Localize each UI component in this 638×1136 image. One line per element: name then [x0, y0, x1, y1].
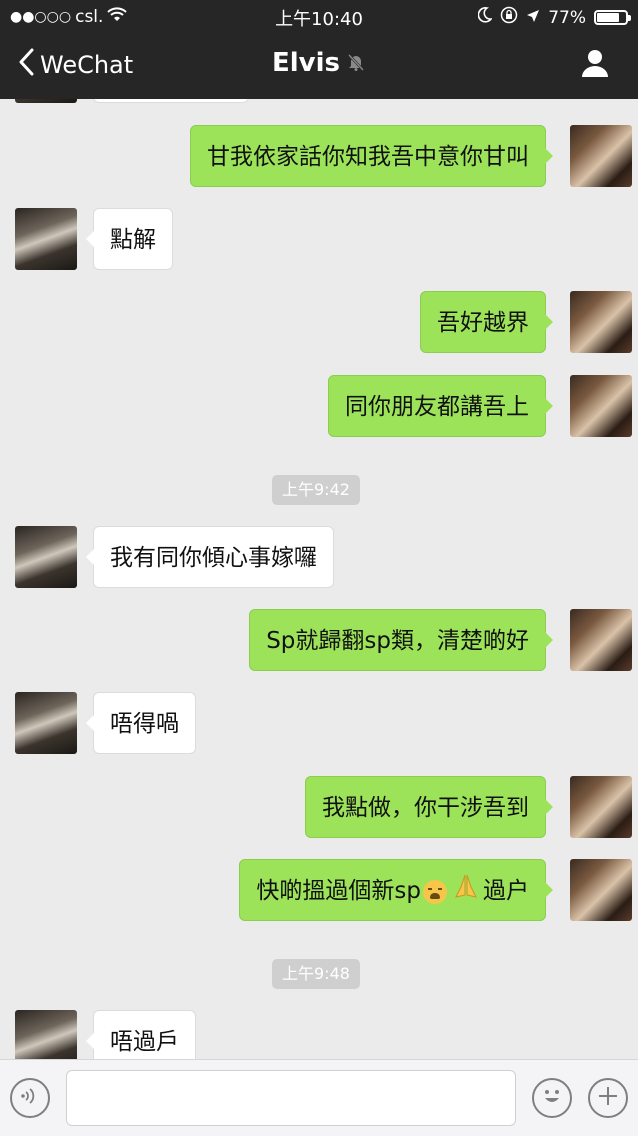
timestamp: 上午9:42 — [272, 475, 360, 505]
chat-area[interactable]: 甘我依家話你知我吾中意你甘叫 點解 吾好越界 同你朋友都講吾上 上午9:42 我… — [0, 99, 638, 1059]
message-bubble[interactable]: 甘我依家話你知我吾中意你甘叫 — [190, 125, 553, 187]
profile-button[interactable] — [580, 48, 610, 82]
nav-bar: WeChat Elvis — [0, 34, 638, 99]
message-bubble[interactable]: 我點做，你干涉吾到 — [305, 776, 553, 838]
voice-icon — [19, 1085, 41, 1111]
message-bubble[interactable]: 我有同你傾心事嫁囉 — [86, 526, 334, 588]
message-bubble[interactable]: 唔得喎 — [86, 692, 196, 754]
message-text: 過户 — [483, 878, 529, 904]
message-bubble[interactable]: Sp就歸翻sp類，清楚啲好 — [249, 609, 553, 671]
contact-avatar[interactable] — [15, 1010, 77, 1059]
message-bubble[interactable] — [93, 99, 249, 103]
battery-icon — [594, 10, 631, 25]
input-bar — [0, 1059, 638, 1136]
my-avatar[interactable] — [570, 859, 632, 921]
battery-percent: 77% — [548, 7, 586, 28]
message-bubble[interactable]: 點解 — [86, 208, 173, 270]
my-avatar[interactable] — [570, 125, 632, 187]
message-input[interactable] — [66, 1070, 516, 1126]
message-bubble[interactable]: 唔過戶 — [86, 1010, 196, 1059]
folded-hands-emoji-icon — [453, 861, 479, 923]
my-avatar[interactable] — [570, 776, 632, 838]
emoji-button[interactable] — [532, 1078, 572, 1118]
moon-icon — [477, 7, 493, 28]
contact-name: Elvis — [271, 48, 340, 78]
message-bubble[interactable]: 快啲搵過個新sp 過户 — [239, 859, 553, 923]
contact-avatar[interactable] — [15, 526, 77, 588]
person-icon — [580, 50, 610, 82]
muted-bell-icon — [346, 49, 366, 79]
message-text: 快啲搵過個新sp — [256, 878, 421, 904]
timestamp: 上午9:48 — [272, 959, 360, 989]
my-avatar[interactable] — [570, 375, 632, 437]
plus-icon — [596, 1084, 620, 1112]
smiley-icon — [537, 1081, 567, 1115]
rotation-lock-icon — [500, 6, 518, 29]
chat-title: Elvis — [0, 48, 638, 79]
more-options-button[interactable] — [588, 1078, 628, 1118]
contact-avatar[interactable] — [15, 692, 77, 754]
my-avatar[interactable] — [570, 291, 632, 353]
top-bar: ●●○○○ csl. 上午10:40 77% WeChat Elvis — [0, 0, 638, 99]
message-row — [0, 99, 638, 103]
location-icon — [526, 8, 540, 28]
contact-avatar[interactable] — [15, 99, 77, 103]
message-bubble[interactable]: 吾好越界 — [420, 291, 553, 353]
status-bar: ●●○○○ csl. 上午10:40 77% — [0, 0, 638, 34]
voice-input-button[interactable] — [10, 1078, 50, 1118]
contact-avatar[interactable] — [15, 208, 77, 270]
weary-face-emoji-icon — [423, 879, 447, 904]
my-avatar[interactable] — [570, 609, 632, 671]
message-bubble[interactable]: 同你朋友都講吾上 — [328, 375, 553, 437]
